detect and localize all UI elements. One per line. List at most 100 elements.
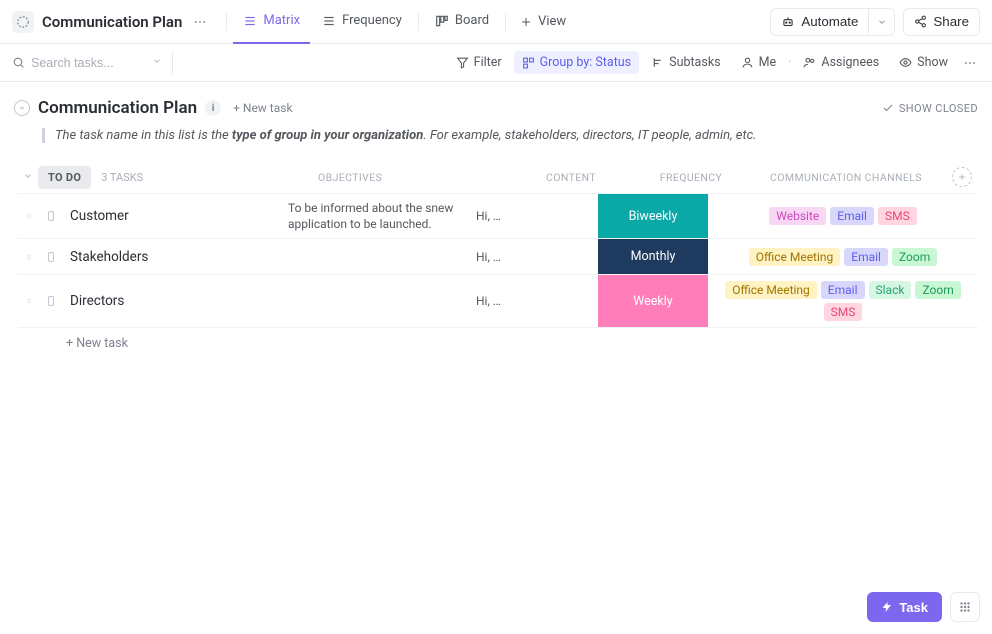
search-input[interactable]: [31, 56, 146, 70]
group-label: Group by: Status: [540, 55, 632, 70]
channels-cell[interactable]: WebsiteEmailSMS: [708, 194, 978, 238]
show-closed-button[interactable]: SHOW CLOSED: [882, 102, 978, 115]
new-task-header-button[interactable]: + New task: [233, 101, 292, 115]
subtasks-label: Subtasks: [669, 55, 720, 70]
filter-label: Filter: [474, 55, 502, 70]
view-tabs: Matrix Frequency Board View: [222, 0, 574, 44]
subtasks-button[interactable]: Subtasks: [643, 51, 728, 74]
group-by-button[interactable]: Group by: Status: [514, 51, 640, 74]
column-content[interactable]: CONTENT: [506, 171, 636, 184]
me-button[interactable]: Me: [733, 51, 785, 74]
channels-cell[interactable]: Office MeetingEmailZoom: [708, 239, 978, 274]
channel-tag[interactable]: Office Meeting: [749, 248, 841, 266]
channel-tag[interactable]: Email: [830, 207, 874, 225]
apps-button[interactable]: [950, 592, 980, 622]
column-objectives[interactable]: OBJECTIVES: [318, 171, 506, 184]
subtasks-icon: [651, 56, 664, 69]
group-icon: [522, 56, 535, 69]
objectives-cell[interactable]: [280, 239, 468, 274]
bolt-icon: [881, 601, 893, 613]
top-bar: Communication Plan Matrix Frequency Boar…: [0, 0, 992, 44]
table-row: Customer To be informed about the snew a…: [18, 193, 978, 238]
list-description: The task name in this list is the type o…: [42, 128, 978, 143]
share-button[interactable]: Share: [903, 8, 980, 36]
drag-handle[interactable]: [18, 194, 40, 238]
list-title: Communication Plan: [38, 98, 197, 118]
fab-wrap: Task: [867, 592, 980, 622]
page-title: Communication Plan: [42, 13, 182, 31]
separator-dot: ·: [788, 55, 791, 70]
add-view-button[interactable]: View: [512, 14, 574, 29]
divider: [172, 52, 173, 74]
status-toggle[interactable]: [40, 275, 62, 327]
chevron-down-icon[interactable]: [152, 55, 162, 70]
divider: [505, 13, 506, 31]
assignees-button[interactable]: Assignees: [795, 51, 887, 74]
status-toggle[interactable]: [40, 194, 62, 238]
channel-tag[interactable]: Zoom: [892, 248, 937, 266]
drag-handle[interactable]: [18, 275, 40, 327]
objectives-cell[interactable]: [280, 275, 468, 327]
list-toolbar: Filter Group by: Status Subtasks Me · As…: [0, 44, 992, 82]
divider: [226, 13, 227, 31]
tab-label: Frequency: [342, 13, 402, 28]
frequency-cell[interactable]: Weekly: [598, 275, 708, 327]
filter-icon: [456, 56, 469, 69]
status-group-label[interactable]: TO DO: [38, 166, 91, 189]
page-options-button[interactable]: [190, 12, 210, 32]
channel-tag[interactable]: Slack: [869, 281, 912, 299]
task-name[interactable]: Stakeholders: [62, 239, 280, 274]
workspace-icon[interactable]: [12, 11, 34, 33]
frequency-cell[interactable]: Biweekly: [598, 194, 708, 238]
content-cell[interactable]: Hi , …: [468, 194, 598, 238]
table-row: Stakeholders Hi , … Monthly Office Meeti…: [18, 238, 978, 274]
table-row: Directors Hi , … Weekly Office MeetingEm…: [18, 274, 978, 328]
board-icon: [435, 14, 449, 28]
collapse-group-button[interactable]: [23, 171, 33, 184]
show-closed-label: SHOW CLOSED: [899, 102, 978, 115]
tab-matrix[interactable]: Matrix: [233, 0, 310, 44]
column-channels[interactable]: COMMUNICATION CHANNELS: [746, 171, 946, 184]
task-table: TO DO 3 TASKS OBJECTIVES CONTENT FREQUEN…: [18, 161, 978, 351]
channel-tag[interactable]: Email: [844, 248, 888, 266]
tab-board[interactable]: Board: [425, 0, 499, 44]
drag-handle[interactable]: [18, 239, 40, 274]
new-task-fab[interactable]: Task: [867, 592, 942, 622]
frequency-cell[interactable]: Monthly: [598, 239, 708, 274]
automate-dropdown-button[interactable]: [869, 8, 895, 36]
objectives-cell[interactable]: To be informed about the snew applicatio…: [280, 194, 468, 238]
filter-button[interactable]: Filter: [448, 51, 510, 74]
automate-group: Automate: [770, 8, 895, 36]
add-column-button[interactable]: [952, 167, 972, 187]
automate-button[interactable]: Automate: [770, 8, 869, 36]
content-cell[interactable]: Hi , …: [468, 239, 598, 274]
show-label: Show: [917, 55, 948, 70]
task-name[interactable]: Customer: [62, 194, 280, 238]
task-name[interactable]: Directors: [62, 275, 280, 327]
show-button[interactable]: Show: [891, 51, 956, 74]
column-headers: OBJECTIVES CONTENT FREQUENCY COMMUNICATI…: [318, 171, 946, 184]
tab-frequency[interactable]: Frequency: [312, 0, 412, 44]
info-icon[interactable]: i: [205, 100, 221, 116]
me-label: Me: [759, 55, 777, 70]
content-area: Communication Plan i + New task SHOW CLO…: [0, 82, 992, 367]
new-task-footer-button[interactable]: + New task: [18, 328, 978, 351]
channels-cell[interactable]: Office MeetingEmailSlackZoom SMS: [708, 275, 978, 327]
channel-tag[interactable]: Zoom: [915, 281, 960, 299]
channel-tag[interactable]: Office Meeting: [725, 281, 817, 299]
task-count: 3 TASKS: [101, 171, 143, 184]
status-toggle[interactable]: [40, 239, 62, 274]
toolbar-more-button[interactable]: [960, 53, 980, 73]
channel-tag[interactable]: SMS: [878, 207, 917, 225]
channel-tag[interactable]: SMS: [824, 303, 863, 321]
content-cell[interactable]: Hi , …: [468, 275, 598, 327]
channel-tag[interactable]: Email: [821, 281, 865, 299]
column-frequency[interactable]: FREQUENCY: [636, 171, 746, 184]
quote-prefix: The task name in this list is the: [55, 128, 232, 143]
tab-label: Matrix: [263, 13, 300, 28]
search-icon: [12, 56, 25, 69]
channel-tag[interactable]: Website: [769, 207, 826, 225]
list-icon: [243, 14, 257, 28]
users-icon: [803, 56, 816, 69]
collapse-list-button[interactable]: [14, 100, 30, 116]
